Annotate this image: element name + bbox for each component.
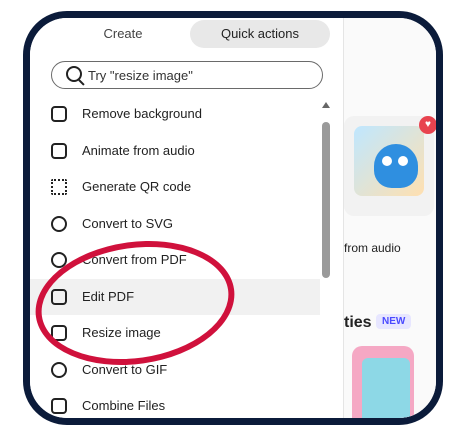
- action-label: Generate QR code: [82, 179, 192, 194]
- animate-audio-icon: [51, 142, 67, 159]
- action-label: Animate from audio: [82, 142, 195, 158]
- tab-create[interactable]: Create: [68, 20, 178, 48]
- device-frame: Create Quick actions Remove background A…: [23, 11, 443, 425]
- action-combine-files[interactable]: Combine Files: [30, 388, 320, 418]
- template-card[interactable]: ♥: [344, 116, 436, 216]
- section-title: ties: [344, 314, 372, 331]
- card-label: from audio: [344, 241, 401, 255]
- template-thumbnail: [354, 126, 424, 196]
- scrollbar-thumb[interactable]: [322, 122, 330, 278]
- tab-quick-actions[interactable]: Quick actions: [190, 20, 330, 48]
- search-icon: [66, 66, 82, 82]
- template-tile[interactable]: [436, 346, 443, 425]
- action-animate-from-audio[interactable]: Animate from audio: [30, 133, 320, 170]
- search-box[interactable]: [51, 61, 323, 89]
- heart-icon[interactable]: ♥: [419, 116, 436, 134]
- content-area: ♥ from audio ties NEW: [344, 18, 436, 418]
- tile-preview: [362, 358, 410, 418]
- scroll-up-icon[interactable]: [322, 102, 330, 108]
- action-label: Combine Files: [82, 398, 166, 413]
- action-label: Remove background: [82, 106, 202, 121]
- convert-gif-icon: [51, 361, 67, 378]
- scrollbar[interactable]: [322, 102, 330, 278]
- tab-bar: Create Quick actions: [48, 20, 334, 50]
- combine-files-icon: [51, 398, 67, 414]
- action-generate-qr-code[interactable]: Generate QR code: [30, 169, 320, 206]
- monster-illustration: [374, 144, 418, 188]
- action-label: Convert to SVG: [82, 215, 174, 231]
- convert-svg-icon: [51, 215, 67, 232]
- search-input[interactable]: [88, 66, 308, 84]
- qr-code-icon: [51, 179, 67, 195]
- new-badge: NEW: [376, 314, 412, 329]
- action-remove-background[interactable]: Remove background: [30, 96, 320, 133]
- image-remove-icon: [51, 106, 67, 122]
- action-convert-to-svg[interactable]: Convert to SVG: [30, 206, 320, 243]
